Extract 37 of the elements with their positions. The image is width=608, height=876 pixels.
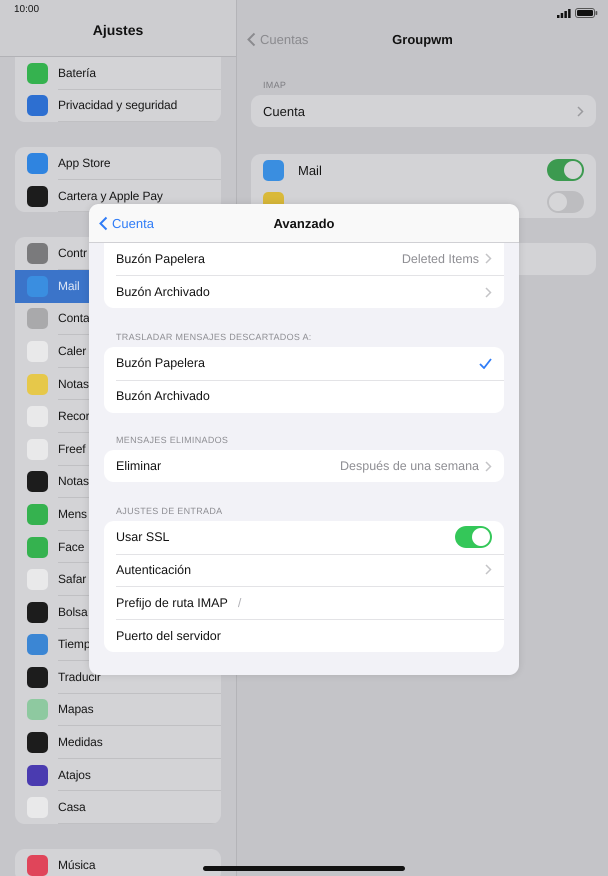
sidebar-item-label: Bolsa — [58, 604, 88, 619]
sidebar-item-label: Medidas — [58, 735, 103, 750]
row-label: Usar SSL — [116, 530, 170, 544]
sidebar-item-label: Traducir — [58, 670, 101, 684]
row-label: Mail — [298, 162, 323, 178]
row-label: Cuenta — [263, 104, 306, 118]
sidebar-item-label: Mens — [58, 506, 87, 521]
section-header: AJUSTES DE ENTRADA — [115, 506, 224, 516]
sidebar-item-label: Conta — [58, 311, 90, 326]
status-time: 10:00 — [13, 3, 40, 17]
sidebar-title: Ajustes — [92, 22, 144, 38]
sidebar-item-label: Notas — [58, 474, 89, 488]
sidebar-item-label: Recor — [58, 409, 90, 424]
section-header: IMAP — [262, 80, 288, 90]
sidebar-item-label: Casa — [58, 800, 86, 814]
sheet-title: Avanzado — [274, 216, 334, 230]
row-label: Puerto del servidor — [116, 628, 221, 643]
sidebar-item-label: Privacidad y seguridad — [58, 98, 178, 112]
section-header: MENSAJES ELIMINADOS — [115, 434, 230, 445]
sidebar-item-label: Cartera y Apple Pay — [58, 188, 163, 203]
sidebar-item-label: Notas — [58, 376, 89, 391]
row-value: Después de una semana — [340, 459, 479, 474]
page-title: Groupwm — [392, 32, 453, 46]
sidebar-item-label: Atajos — [58, 768, 91, 782]
section-header: TRASLADAR MENSAJES DESCARTADOS A: — [115, 332, 313, 342]
sidebar-item-label: Mapas — [58, 702, 94, 716]
sidebar-item-label: Caler — [58, 344, 86, 358]
sidebar-item-label: Música — [58, 858, 96, 872]
sidebar-item-label: Contr — [58, 246, 87, 260]
sidebar-item-label: Face — [58, 540, 84, 554]
sidebar-item-label: Mail — [58, 279, 80, 294]
sidebar-item-label: Safar — [58, 572, 86, 586]
row-value: Deleted Items — [402, 252, 479, 266]
row-label: Prefijo de ruta IMAP — [116, 596, 228, 610]
sidebar-item-label: Freef — [58, 442, 86, 456]
sidebar-item-label: App Store — [58, 156, 110, 170]
sidebar-item-label: Batería — [58, 66, 96, 80]
